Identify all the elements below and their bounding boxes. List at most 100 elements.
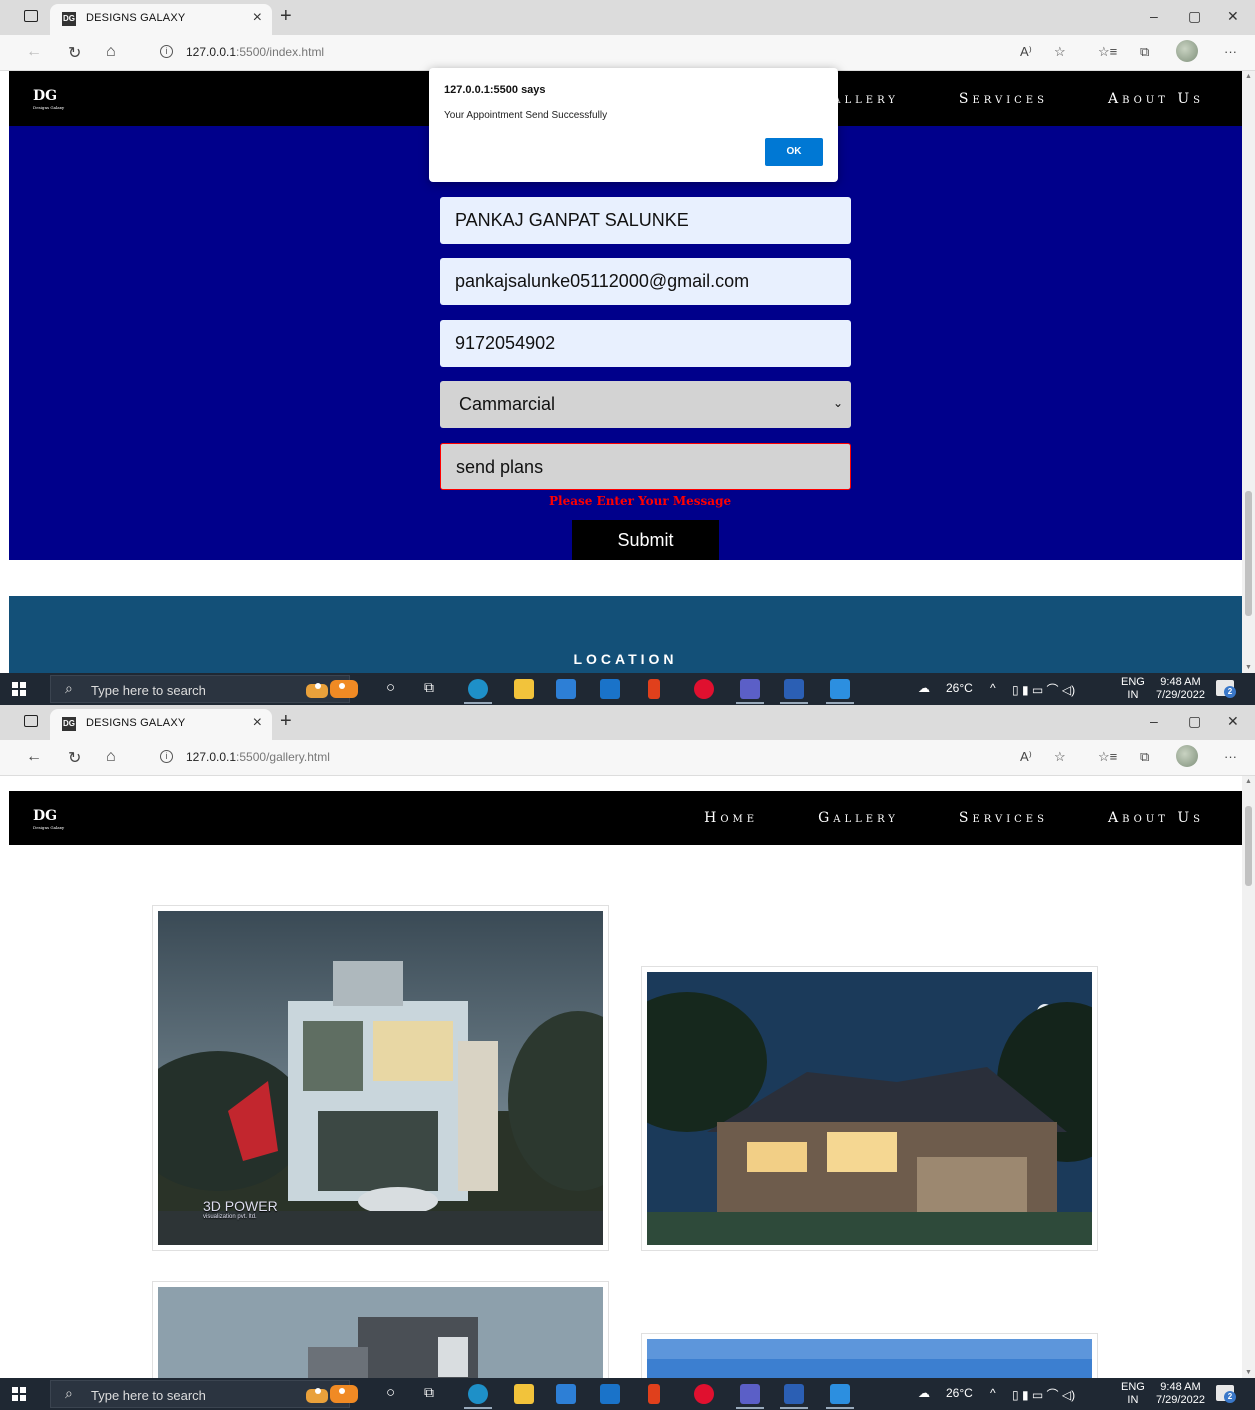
music-icon[interactable] [694, 679, 714, 699]
scrollbar-thumb[interactable] [1245, 491, 1252, 616]
more-icon[interactable]: ··· [1224, 44, 1237, 59]
new-tab-button[interactable]: + [280, 5, 292, 28]
phone-field[interactable]: 9172054902 [440, 320, 851, 367]
site-logo[interactable]: DG Designs Galaxy [33, 88, 65, 112]
chevron-up-icon[interactable]: ^ [990, 681, 996, 695]
cortana-icon[interactable]: ○ [386, 1384, 395, 1401]
nav-services[interactable]: Services [959, 810, 1048, 826]
nav-about[interactable]: About Us [1108, 91, 1204, 107]
teams-icon[interactable] [736, 1384, 764, 1409]
nav-home[interactable]: Home [704, 810, 758, 826]
name-field[interactable]: PANKAJ GANPAT SALUNKE [440, 197, 851, 244]
teams-icon[interactable] [736, 679, 764, 704]
search-highlight-icon[interactable] [300, 1381, 366, 1407]
task-view-icon[interactable]: ⧉ [424, 679, 434, 696]
language-indicator[interactable]: ENG IN [1121, 676, 1145, 702]
site-logo[interactable]: DG Designs Galaxy [33, 808, 65, 832]
language-indicator[interactable]: ENG IN [1121, 1381, 1145, 1407]
restore-button[interactable]: ▢ [1188, 8, 1201, 25]
word-icon[interactable] [780, 1384, 808, 1409]
scrollbar-thumb[interactable] [1245, 806, 1252, 886]
tray-icons[interactable]: ▯ ▮ ▭ ⌒ ◁) [1012, 1386, 1075, 1403]
scroll-up-icon[interactable]: ▲ [1245, 778, 1252, 785]
home-icon[interactable]: ⌂ [106, 43, 116, 61]
windows-icon[interactable] [12, 1387, 26, 1401]
gallery-item[interactable] [152, 1281, 609, 1378]
refresh-icon[interactable]: ↻ [68, 748, 81, 768]
gallery-item[interactable] [641, 1333, 1098, 1378]
clock[interactable]: 9:48 AM 7/29/2022 [1156, 676, 1205, 702]
cortana-icon[interactable]: ○ [386, 679, 395, 696]
minimize-button[interactable]: – [1150, 8, 1158, 24]
new-tab-button[interactable]: + [280, 710, 292, 733]
nav-services[interactable]: Services [959, 91, 1048, 107]
window-icon[interactable] [24, 715, 38, 727]
read-aloud-icon[interactable]: A⁾ [1020, 749, 1032, 765]
profile-icon[interactable] [1176, 40, 1198, 62]
task-view-icon[interactable]: ⧉ [424, 1384, 434, 1401]
gallery-item[interactable]: 3D POWER visualization pvt. ltd. [152, 905, 609, 1251]
favorite-icon[interactable]: ☆ [1054, 44, 1066, 60]
vscode-icon[interactable] [826, 679, 854, 704]
close-window-button[interactable]: ✕ [1227, 8, 1239, 25]
weather-text[interactable]: 26°C [946, 1386, 973, 1400]
url-field[interactable]: 127.0.0.1:5500/index.html [186, 45, 324, 59]
restore-button[interactable]: ▢ [1188, 713, 1201, 730]
browser-tab[interactable]: DG DESIGNS GALAXY × [50, 4, 272, 35]
window-icon[interactable] [24, 10, 38, 22]
search-highlight-icon[interactable] [300, 676, 366, 702]
tab-close-button[interactable]: × [253, 714, 262, 732]
gallery-item[interactable] [641, 966, 1098, 1251]
refresh-icon[interactable]: ↻ [68, 43, 81, 63]
type-select[interactable]: Cammarcial ⌄ [440, 381, 851, 428]
nav-about[interactable]: About Us [1108, 810, 1204, 826]
back-icon[interactable]: ← [26, 748, 42, 766]
edge-icon[interactable] [464, 1384, 492, 1409]
favorites-icon[interactable]: ☆≡ [1098, 749, 1117, 765]
mail-icon[interactable] [600, 679, 620, 699]
music-icon[interactable] [694, 1384, 714, 1404]
browser-tab[interactable]: DG DESIGNS GALAXY × [50, 709, 272, 740]
email-field[interactable]: pankajsalunke05112000@gmail.com [440, 258, 851, 305]
explorer-icon[interactable] [514, 1384, 534, 1404]
store-icon[interactable] [556, 679, 576, 699]
page-scrollbar[interactable]: ▲ ▼ [1242, 71, 1255, 673]
edge-icon[interactable] [464, 679, 492, 704]
office-icon[interactable] [648, 1384, 660, 1404]
windows-icon[interactable] [12, 682, 26, 696]
favorites-icon[interactable]: ☆≡ [1098, 44, 1117, 60]
vscode-icon[interactable] [826, 1384, 854, 1409]
tray-icons[interactable]: ▯ ▮ ▭ ⌒ ◁) [1012, 681, 1075, 698]
nav-gallery[interactable]: Gallery [818, 810, 899, 826]
word-icon[interactable] [780, 679, 808, 704]
notification-icon[interactable]: 2 [1216, 680, 1236, 698]
info-icon[interactable]: i [160, 750, 173, 763]
home-icon[interactable]: ⌂ [106, 748, 116, 766]
url-field[interactable]: 127.0.0.1:5500/gallery.html [186, 750, 330, 764]
scroll-down-icon[interactable]: ▼ [1245, 664, 1252, 671]
alert-ok-button[interactable]: OK [765, 138, 823, 166]
favorite-icon[interactable]: ☆ [1054, 749, 1066, 765]
message-field[interactable]: send plans [440, 443, 851, 490]
scroll-down-icon[interactable]: ▼ [1245, 1369, 1252, 1376]
page-scrollbar[interactable]: ▲ ▼ [1242, 776, 1255, 1378]
collections-icon[interactable]: ⧉ [1140, 749, 1149, 765]
profile-icon[interactable] [1176, 745, 1198, 767]
collections-icon[interactable]: ⧉ [1140, 44, 1149, 60]
scroll-up-icon[interactable]: ▲ [1245, 73, 1252, 80]
notification-icon[interactable]: 2 [1216, 1385, 1236, 1403]
mail-icon[interactable] [600, 1384, 620, 1404]
office-icon[interactable] [648, 679, 660, 699]
back-icon[interactable]: ← [26, 43, 42, 61]
clock[interactable]: 9:48 AM 7/29/2022 [1156, 1381, 1205, 1407]
read-aloud-icon[interactable]: A⁾ [1020, 44, 1032, 60]
tab-close-button[interactable]: × [253, 9, 262, 27]
minimize-button[interactable]: – [1150, 713, 1158, 729]
close-window-button[interactable]: ✕ [1227, 713, 1239, 730]
weather-text[interactable]: 26°C [946, 681, 973, 695]
info-icon[interactable]: i [160, 45, 173, 58]
store-icon[interactable] [556, 1384, 576, 1404]
submit-button[interactable]: Submit [572, 520, 719, 560]
chevron-up-icon[interactable]: ^ [990, 1386, 996, 1400]
explorer-icon[interactable] [514, 679, 534, 699]
